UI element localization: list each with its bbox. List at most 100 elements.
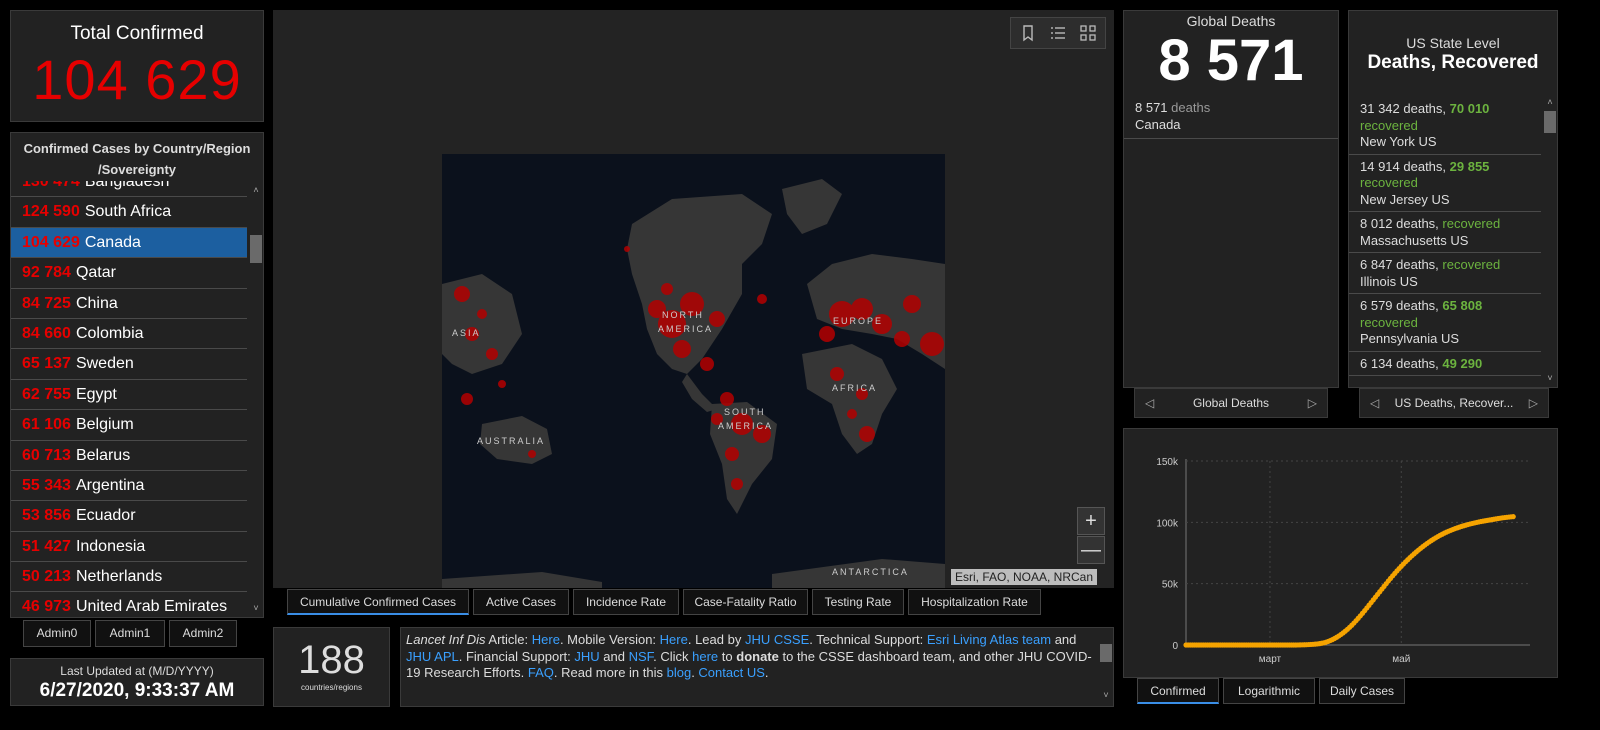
tab-hospitalization-rate[interactable]: Hospitalization Rate: [908, 589, 1041, 615]
us-states-list[interactable]: 31 342 deaths, 70 010 recovered New York U…: [1349, 97, 1541, 387]
country-row[interactable]: 104 629 Canada: [11, 227, 247, 259]
tab-case-fatality-ratio[interactable]: Case-Fatality Ratio: [683, 589, 808, 615]
us-deaths-nav-label: US Deaths, Recover...: [1394, 396, 1514, 410]
info-text-segment: and: [1051, 632, 1077, 647]
country-name: Belarus: [75, 446, 131, 464]
country-row[interactable]: 92 784 Qatar: [11, 258, 247, 289]
chevron-right-icon[interactable]: ▷: [1308, 389, 1317, 417]
country-row[interactable]: 53 856 Ecuador: [11, 501, 247, 532]
zoom-in-button[interactable]: +: [1077, 507, 1105, 535]
info-scrollbar[interactable]: ˅: [1099, 630, 1113, 704]
global-deaths-entry[interactable]: 8 571 deaths Canada: [1135, 99, 1210, 133]
global-deaths-panel: Global Deaths 8 571 8 571 deaths Canada: [1123, 10, 1339, 388]
country-row[interactable]: 84 725 China: [11, 289, 247, 319]
faq-link[interactable]: FAQ: [528, 665, 554, 680]
map-label-europe: EUROPE: [833, 316, 883, 326]
country-list-scrollbar[interactable]: ˄ ˅: [249, 183, 263, 617]
us-states-subtitle: Deaths, Recovered: [1367, 52, 1539, 73]
country-list[interactable]: 130 474 Bangladesh 124 590 South Africa 104 …: [11, 181, 247, 617]
global-deaths-nav: ◁ Global Deaths ▷: [1134, 388, 1328, 418]
tab-testing-rate[interactable]: Testing Rate: [812, 589, 904, 615]
country-row[interactable]: 60 713 Belarus: [11, 441, 247, 471]
tab-logarithmic[interactable]: Logarithmic: [1223, 678, 1315, 704]
us-state-deaths: 6 134 deaths,: [1360, 355, 1443, 371]
scroll-down-icon[interactable]: ˅: [1543, 373, 1557, 383]
mobile-version-link[interactable]: Here: [660, 632, 688, 647]
list-icon[interactable]: [1049, 24, 1067, 42]
country-row[interactable]: 62 755 Egypt: [11, 380, 247, 411]
total-confirmed-value: 104 629: [32, 48, 242, 111]
country-row[interactable]: 50 213 Netherlands: [11, 562, 247, 593]
tab-active-cases[interactable]: Active Cases: [473, 589, 569, 615]
country-name: United Arab Emirates: [75, 598, 228, 616]
country-row[interactable]: 51 427 Indonesia: [11, 532, 247, 563]
contact-us-link[interactable]: Contact US: [698, 665, 764, 680]
jhu-link[interactable]: JHU: [574, 649, 599, 664]
tab-admin1[interactable]: Admin1: [95, 620, 165, 647]
country-name: Bangladesh: [84, 181, 170, 190]
bookmark-icon[interactable]: [1019, 24, 1037, 42]
country-row[interactable]: 46 973 United Arab Emirates: [11, 592, 247, 617]
us-state-item[interactable]: 6 134 deaths, 49 290: [1349, 352, 1541, 376]
tab-confirmed[interactable]: Confirmed: [1137, 678, 1219, 704]
country-count: 53 856: [22, 507, 71, 525]
scroll-thumb[interactable]: [1100, 644, 1112, 662]
us-state-item[interactable]: 6 847 deaths, recovered Illinois US: [1349, 253, 1541, 294]
scroll-down-icon[interactable]: ˅: [1099, 690, 1113, 700]
country-row[interactable]: 84 660 Colombia: [11, 319, 247, 350]
us-state-item[interactable]: 14 914 deaths, 29 855 recovered New Jersey…: [1349, 155, 1541, 212]
country-row[interactable]: 61 106 Belgium: [11, 410, 247, 441]
country-name: Ecuador: [75, 507, 136, 525]
tab-admin0[interactable]: Admin0: [23, 620, 91, 647]
map-panel[interactable]: ASIA NORTH AMERICA EUROPE AFRICA SOUTH A…: [273, 10, 1114, 588]
info-text-segment: . Read more in this: [553, 665, 667, 680]
world-map[interactable]: ASIA NORTH AMERICA EUROPE AFRICA SOUTH A…: [442, 154, 945, 588]
blog-link[interactable]: blog: [667, 665, 692, 680]
y-tick-label: 0: [1172, 641, 1178, 652]
scroll-up-icon[interactable]: ˄: [1543, 97, 1557, 107]
country-row[interactable]: 65 137 Sweden: [11, 349, 247, 380]
us-state-item[interactable]: 6 579 deaths, 65 808 recovered Pennsylvani…: [1349, 294, 1541, 352]
qr-grid-icon[interactable]: [1079, 24, 1097, 42]
us-state-recovered-count: 49 290: [1442, 355, 1483, 371]
chevron-right-icon[interactable]: ▷: [1529, 389, 1538, 417]
us-state-deaths: 31 342 deaths,: [1360, 101, 1450, 116]
us-state-place: Illinois US: [1360, 273, 1418, 289]
last-updated-label: Last Updated at (M/D/YYYY): [60, 664, 214, 678]
chevron-left-icon[interactable]: ◁: [1370, 389, 1379, 417]
scroll-thumb[interactable]: [1544, 111, 1556, 133]
tab-cumulative-confirmed[interactable]: Cumulative Confirmed Cases: [287, 589, 469, 615]
scroll-up-icon[interactable]: ˄: [249, 185, 263, 195]
country-name: Netherlands: [75, 568, 163, 586]
us-state-item[interactable]: 8 012 deaths, recovered Massachusetts US: [1349, 212, 1541, 253]
article-link[interactable]: Here: [532, 632, 560, 647]
country-name: Indonesia: [75, 537, 146, 555]
country-row[interactable]: 124 590 South Africa: [11, 197, 247, 228]
zoom-out-button[interactable]: —: [1077, 536, 1105, 564]
deaths-count: 8 571: [1135, 100, 1168, 115]
jhu-csse-link[interactable]: JHU CSSE: [745, 632, 809, 647]
tab-admin2[interactable]: Admin2: [169, 620, 237, 647]
info-text: Lancet Inf Dis Article: Here. Mobile Ver…: [406, 632, 1096, 682]
us-state-item[interactable]: 31 342 deaths, 70 010 recovered New York U…: [1349, 97, 1541, 155]
scroll-down-icon[interactable]: ˅: [249, 603, 263, 613]
country-row[interactable]: 55 343 Argentina: [11, 471, 247, 502]
deaths-unit: deaths: [1171, 100, 1211, 115]
tab-incidence-rate[interactable]: Incidence Rate: [573, 589, 679, 615]
scroll-thumb[interactable]: [250, 235, 262, 263]
info-text-segment: . Mobile Version:: [559, 632, 660, 647]
y-tick-label: 150k: [1156, 457, 1179, 468]
nsf-link[interactable]: NSF: [629, 649, 654, 664]
info-text-segment: . Technical Support:: [809, 632, 927, 647]
jhu-apl-link[interactable]: JHU APL: [406, 649, 459, 664]
donate-here-link[interactable]: here: [692, 649, 718, 664]
country-count: 84 725: [22, 294, 71, 312]
us-state-recovered-label: recovered: [1360, 117, 1418, 133]
us-list-scrollbar[interactable]: ˄ ˅: [1543, 97, 1557, 387]
countries-count-value: 188: [298, 638, 365, 682]
tab-daily-cases[interactable]: Daily Cases: [1319, 678, 1405, 704]
chevron-left-icon[interactable]: ◁: [1145, 389, 1154, 417]
country-row[interactable]: 130 474 Bangladesh: [11, 181, 247, 198]
country-count: 50 213: [22, 568, 71, 586]
esri-living-atlas-link[interactable]: Esri Living Atlas team: [927, 632, 1051, 647]
